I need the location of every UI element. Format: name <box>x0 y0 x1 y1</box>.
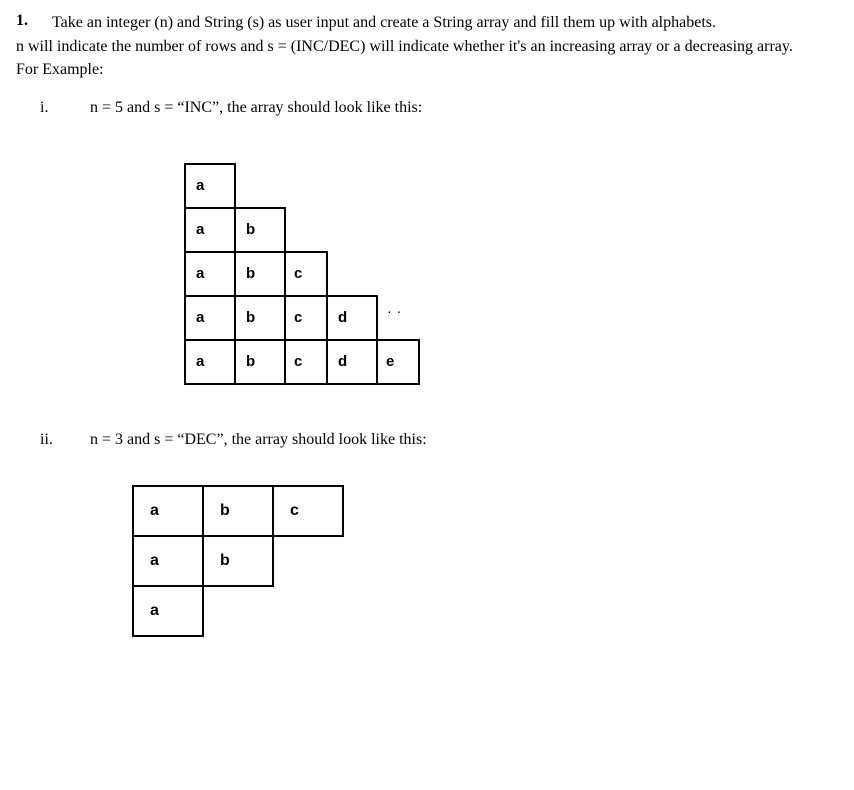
inc-array-grid: a a b a b c a b c d . . a b c d e <box>184 163 838 383</box>
cell: b <box>202 535 274 587</box>
table-row: a <box>184 163 838 207</box>
example-ii-header: ii. n = 3 and s = “DEC”, the array shoul… <box>40 431 838 449</box>
cell: a <box>132 535 204 587</box>
example-text-ii: n = 3 and s = “DEC”, the array should lo… <box>90 431 427 449</box>
cell: b <box>234 207 286 253</box>
example-roman-ii: ii. <box>40 431 62 449</box>
question-header: 1. Take an integer (n) and String (s) as… <box>16 12 838 34</box>
cell: b <box>234 295 286 341</box>
question-text-line2: n will indicate the number of rows and s… <box>16 36 838 58</box>
example-text-i: n = 5 and s = “INC”, the array should lo… <box>90 99 422 117</box>
table-row: a b c <box>132 485 838 535</box>
table-row: a <box>132 585 838 635</box>
cell: b <box>234 251 286 297</box>
dec-array-grid: a b c a b a <box>132 485 838 635</box>
cell: a <box>132 585 204 637</box>
cell: d <box>326 295 378 341</box>
table-row: a b c d . . <box>184 295 838 339</box>
cell: a <box>184 339 236 385</box>
question-number: 1. <box>16 12 34 34</box>
example-roman-i: i. <box>40 99 62 117</box>
ellipsis-dots: . . <box>388 305 408 349</box>
cell: a <box>132 485 204 537</box>
question-text-line3: For Example: <box>16 59 838 81</box>
cell: a <box>184 207 236 253</box>
cell: c <box>284 251 328 297</box>
question-text-line1: Take an integer (n) and String (s) as us… <box>52 12 716 34</box>
cell: b <box>202 485 274 537</box>
table-row: a b c <box>184 251 838 295</box>
table-row: a b <box>132 535 838 585</box>
table-row: a b c d e <box>184 339 838 383</box>
cell: c <box>284 295 328 341</box>
cell: b <box>234 339 286 385</box>
cell: c <box>284 339 328 385</box>
table-row: a b <box>184 207 838 251</box>
cell: a <box>184 163 236 209</box>
example-i-header: i. n = 5 and s = “INC”, the array should… <box>40 99 838 117</box>
cell: a <box>184 295 236 341</box>
cell: c <box>272 485 344 537</box>
cell: d <box>326 339 378 385</box>
cell: a <box>184 251 236 297</box>
